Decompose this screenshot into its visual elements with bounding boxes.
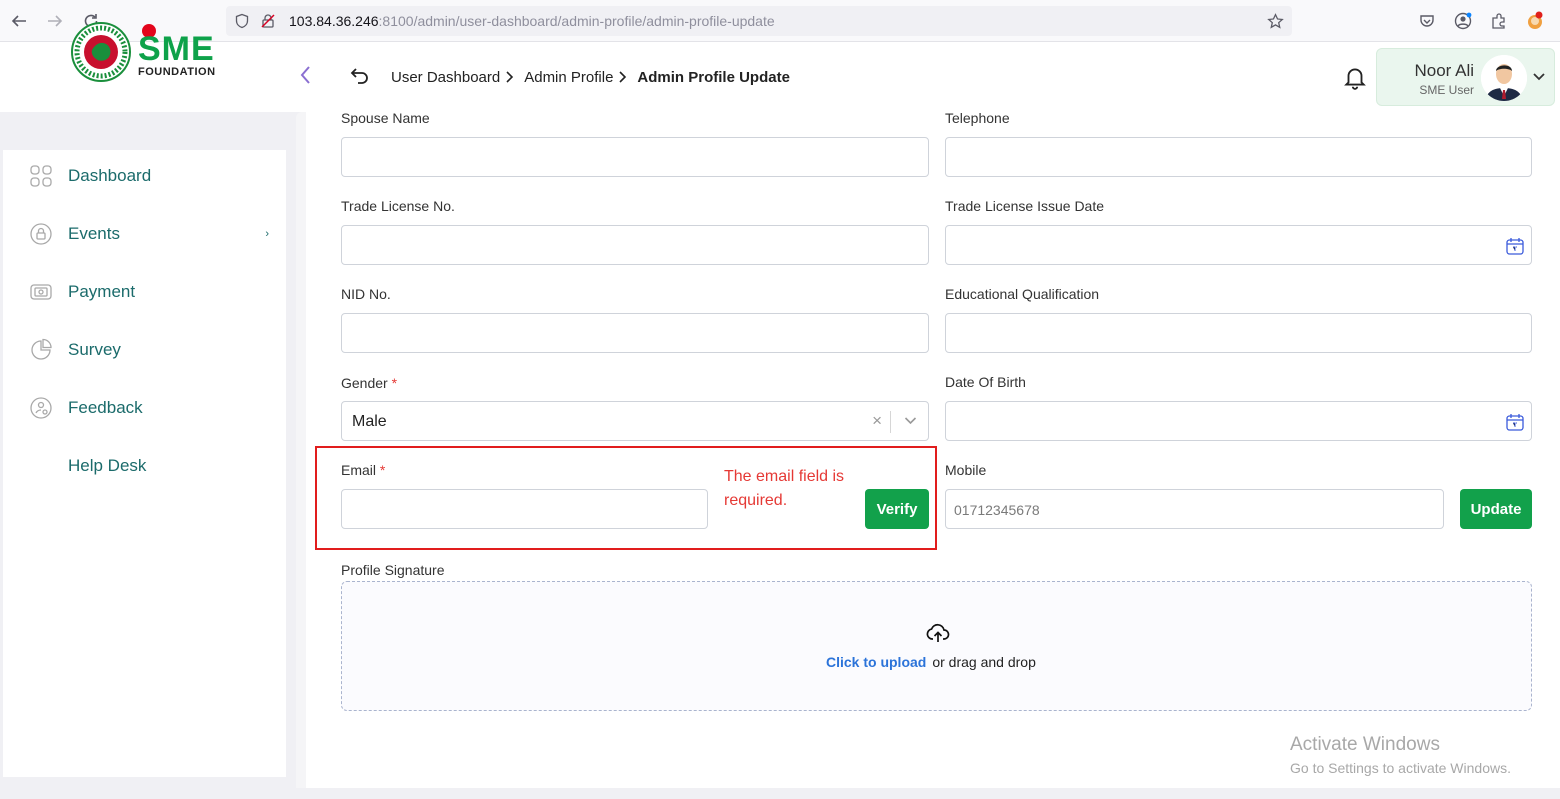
sidebar-item-dashboard[interactable]: Dashboard: [29, 161, 279, 191]
gender-select[interactable]: Male ×: [341, 401, 929, 441]
verify-button[interactable]: Verify: [865, 489, 929, 529]
educational-qualification-input[interactable]: [945, 313, 1532, 353]
trade-license-issue-date-input[interactable]: [945, 225, 1532, 265]
profile-signature-label: Profile Signature: [341, 562, 445, 578]
cash-icon: [29, 280, 53, 304]
logo-subtext: FOUNDATION: [138, 66, 216, 78]
sidebar-item-payment[interactable]: Payment: [29, 277, 279, 307]
chevron-right-icon: [619, 70, 627, 86]
url-host: 103.84.36.246: [289, 13, 379, 29]
sidebar-item-label: Survey: [68, 340, 121, 359]
pie-chart-icon: [29, 338, 53, 362]
back-icon[interactable]: [350, 66, 370, 89]
email-label: Email *: [341, 462, 385, 478]
email-error-message: The email field is required.: [724, 468, 845, 509]
trade-license-no-input[interactable]: [341, 225, 929, 265]
sidebar-collapse-icon[interactable]: [298, 64, 314, 92]
user-name: Noor Ali: [1414, 61, 1474, 80]
gender-label-text: Gender: [341, 375, 388, 391]
sidebar-item-label: Help Desk: [68, 456, 147, 475]
telephone-input[interactable]: [945, 137, 1532, 177]
address-bar[interactable]: 103.84.36.246:8100/admin/user-dashboard/…: [226, 6, 1292, 36]
email-input[interactable]: [341, 489, 708, 529]
trade-license-issue-date-label: Trade License Issue Date: [945, 198, 1105, 214]
user-menu[interactable]: Noor Ali SME User: [1376, 48, 1555, 106]
lock-icon: [29, 222, 53, 246]
windows-activation-watermark: Activate Windows Go to Settings to activ…: [1290, 734, 1511, 776]
sidebar-item-label: Events: [68, 224, 120, 243]
extensions-icon[interactable]: [1489, 11, 1509, 31]
signature-dropzone[interactable]: Click to upload or drag and drop: [341, 581, 1532, 711]
browser-toolbar: 103.84.36.246:8100/admin/user-dashboard/…: [0, 0, 1560, 42]
breadcrumb: User Dashboard Admin Profile Admin Profi…: [391, 69, 790, 86]
url-path: :8100/admin/user-dashboard/admin-profile…: [378, 13, 775, 29]
user-role: SME User: [1419, 83, 1474, 97]
mobile-label: Mobile: [945, 462, 987, 478]
sidebar-item-feedback[interactable]: Feedback: [29, 393, 279, 423]
extension-avatar-icon[interactable]: [1525, 11, 1545, 31]
spouse-name-label: Spouse Name: [341, 110, 430, 126]
avatar: [1481, 55, 1527, 101]
educational-qualification-label: Educational Qualification: [945, 286, 1100, 302]
feedback-icon: [29, 396, 53, 420]
date-of-birth-input[interactable]: [945, 401, 1532, 441]
email-label-text: Email: [341, 462, 377, 478]
sidebar-item-label: Dashboard: [68, 166, 152, 185]
upload-cloud-icon: [926, 622, 950, 649]
required-mark: *: [391, 375, 398, 391]
watermark-line2: Go to Settings to activate Windows.: [1290, 760, 1511, 776]
chevron-right-icon: [506, 70, 514, 86]
logo-text: SME: [138, 30, 215, 68]
sidebar-item-label: Feedback: [68, 398, 143, 417]
insecure-lock-icon[interactable]: [259, 12, 277, 30]
calendar-icon[interactable]: [1505, 236, 1525, 261]
trade-license-no-label: Trade License No.: [341, 198, 455, 214]
calendar-icon[interactable]: [1505, 412, 1525, 437]
sidebar: Dashboard Events › Payment Survey Feedba…: [3, 150, 286, 777]
url-text: 103.84.36.246:8100/admin/user-dashboard/…: [289, 13, 775, 29]
telephone-label: Telephone: [945, 110, 1010, 126]
gender-label: Gender *: [341, 375, 397, 391]
nid-no-label: NID No.: [341, 286, 391, 302]
dropzone-text: Click to upload or drag and drop: [826, 654, 1036, 670]
chevron-down-icon[interactable]: [904, 411, 917, 434]
sidebar-item-survey[interactable]: Survey: [29, 335, 279, 365]
account-icon[interactable]: [1453, 11, 1473, 31]
breadcrumb-user-dashboard[interactable]: User Dashboard: [391, 69, 500, 86]
spouse-name-input[interactable]: [341, 137, 929, 177]
back-arrow-icon[interactable]: [8, 10, 30, 32]
select-divider: [890, 411, 891, 433]
chevron-down-icon[interactable]: [1533, 69, 1545, 84]
click-to-upload-link[interactable]: Click to upload: [826, 654, 926, 670]
breadcrumb-current: Admin Profile Update: [637, 69, 790, 86]
sidebar-item-label: Payment: [68, 282, 136, 301]
update-button[interactable]: Update: [1460, 489, 1532, 529]
grid-icon: [29, 164, 53, 188]
sidebar-item-events[interactable]: Events ›: [29, 219, 279, 249]
bell-icon[interactable]: [1342, 64, 1368, 95]
mobile-placeholder: 01712345678: [954, 502, 1040, 518]
date-of-birth-label: Date Of Birth: [945, 374, 1026, 390]
watermark-line1: Activate Windows: [1290, 734, 1440, 755]
drag-and-drop-text: or drag and drop: [932, 654, 1036, 670]
mobile-input[interactable]: 01712345678: [945, 489, 1444, 529]
shield-icon[interactable]: [233, 12, 251, 30]
help-desk-icon: [29, 454, 53, 478]
gender-selected-value: Male: [352, 413, 387, 430]
sme-foundation-logo[interactable]: SME FOUNDATION: [70, 20, 230, 84]
clear-icon[interactable]: ×: [872, 411, 882, 431]
required-mark: *: [379, 462, 386, 478]
chevron-right-icon[interactable]: ›: [265, 228, 269, 240]
pocket-icon[interactable]: [1417, 11, 1437, 31]
bookmark-star-icon[interactable]: [1266, 12, 1284, 30]
breadcrumb-admin-profile[interactable]: Admin Profile: [524, 69, 613, 86]
nid-no-input[interactable]: [341, 313, 929, 353]
forward-arrow-icon[interactable]: [44, 10, 66, 32]
sidebar-item-help-desk[interactable]: Help Desk: [29, 451, 279, 481]
